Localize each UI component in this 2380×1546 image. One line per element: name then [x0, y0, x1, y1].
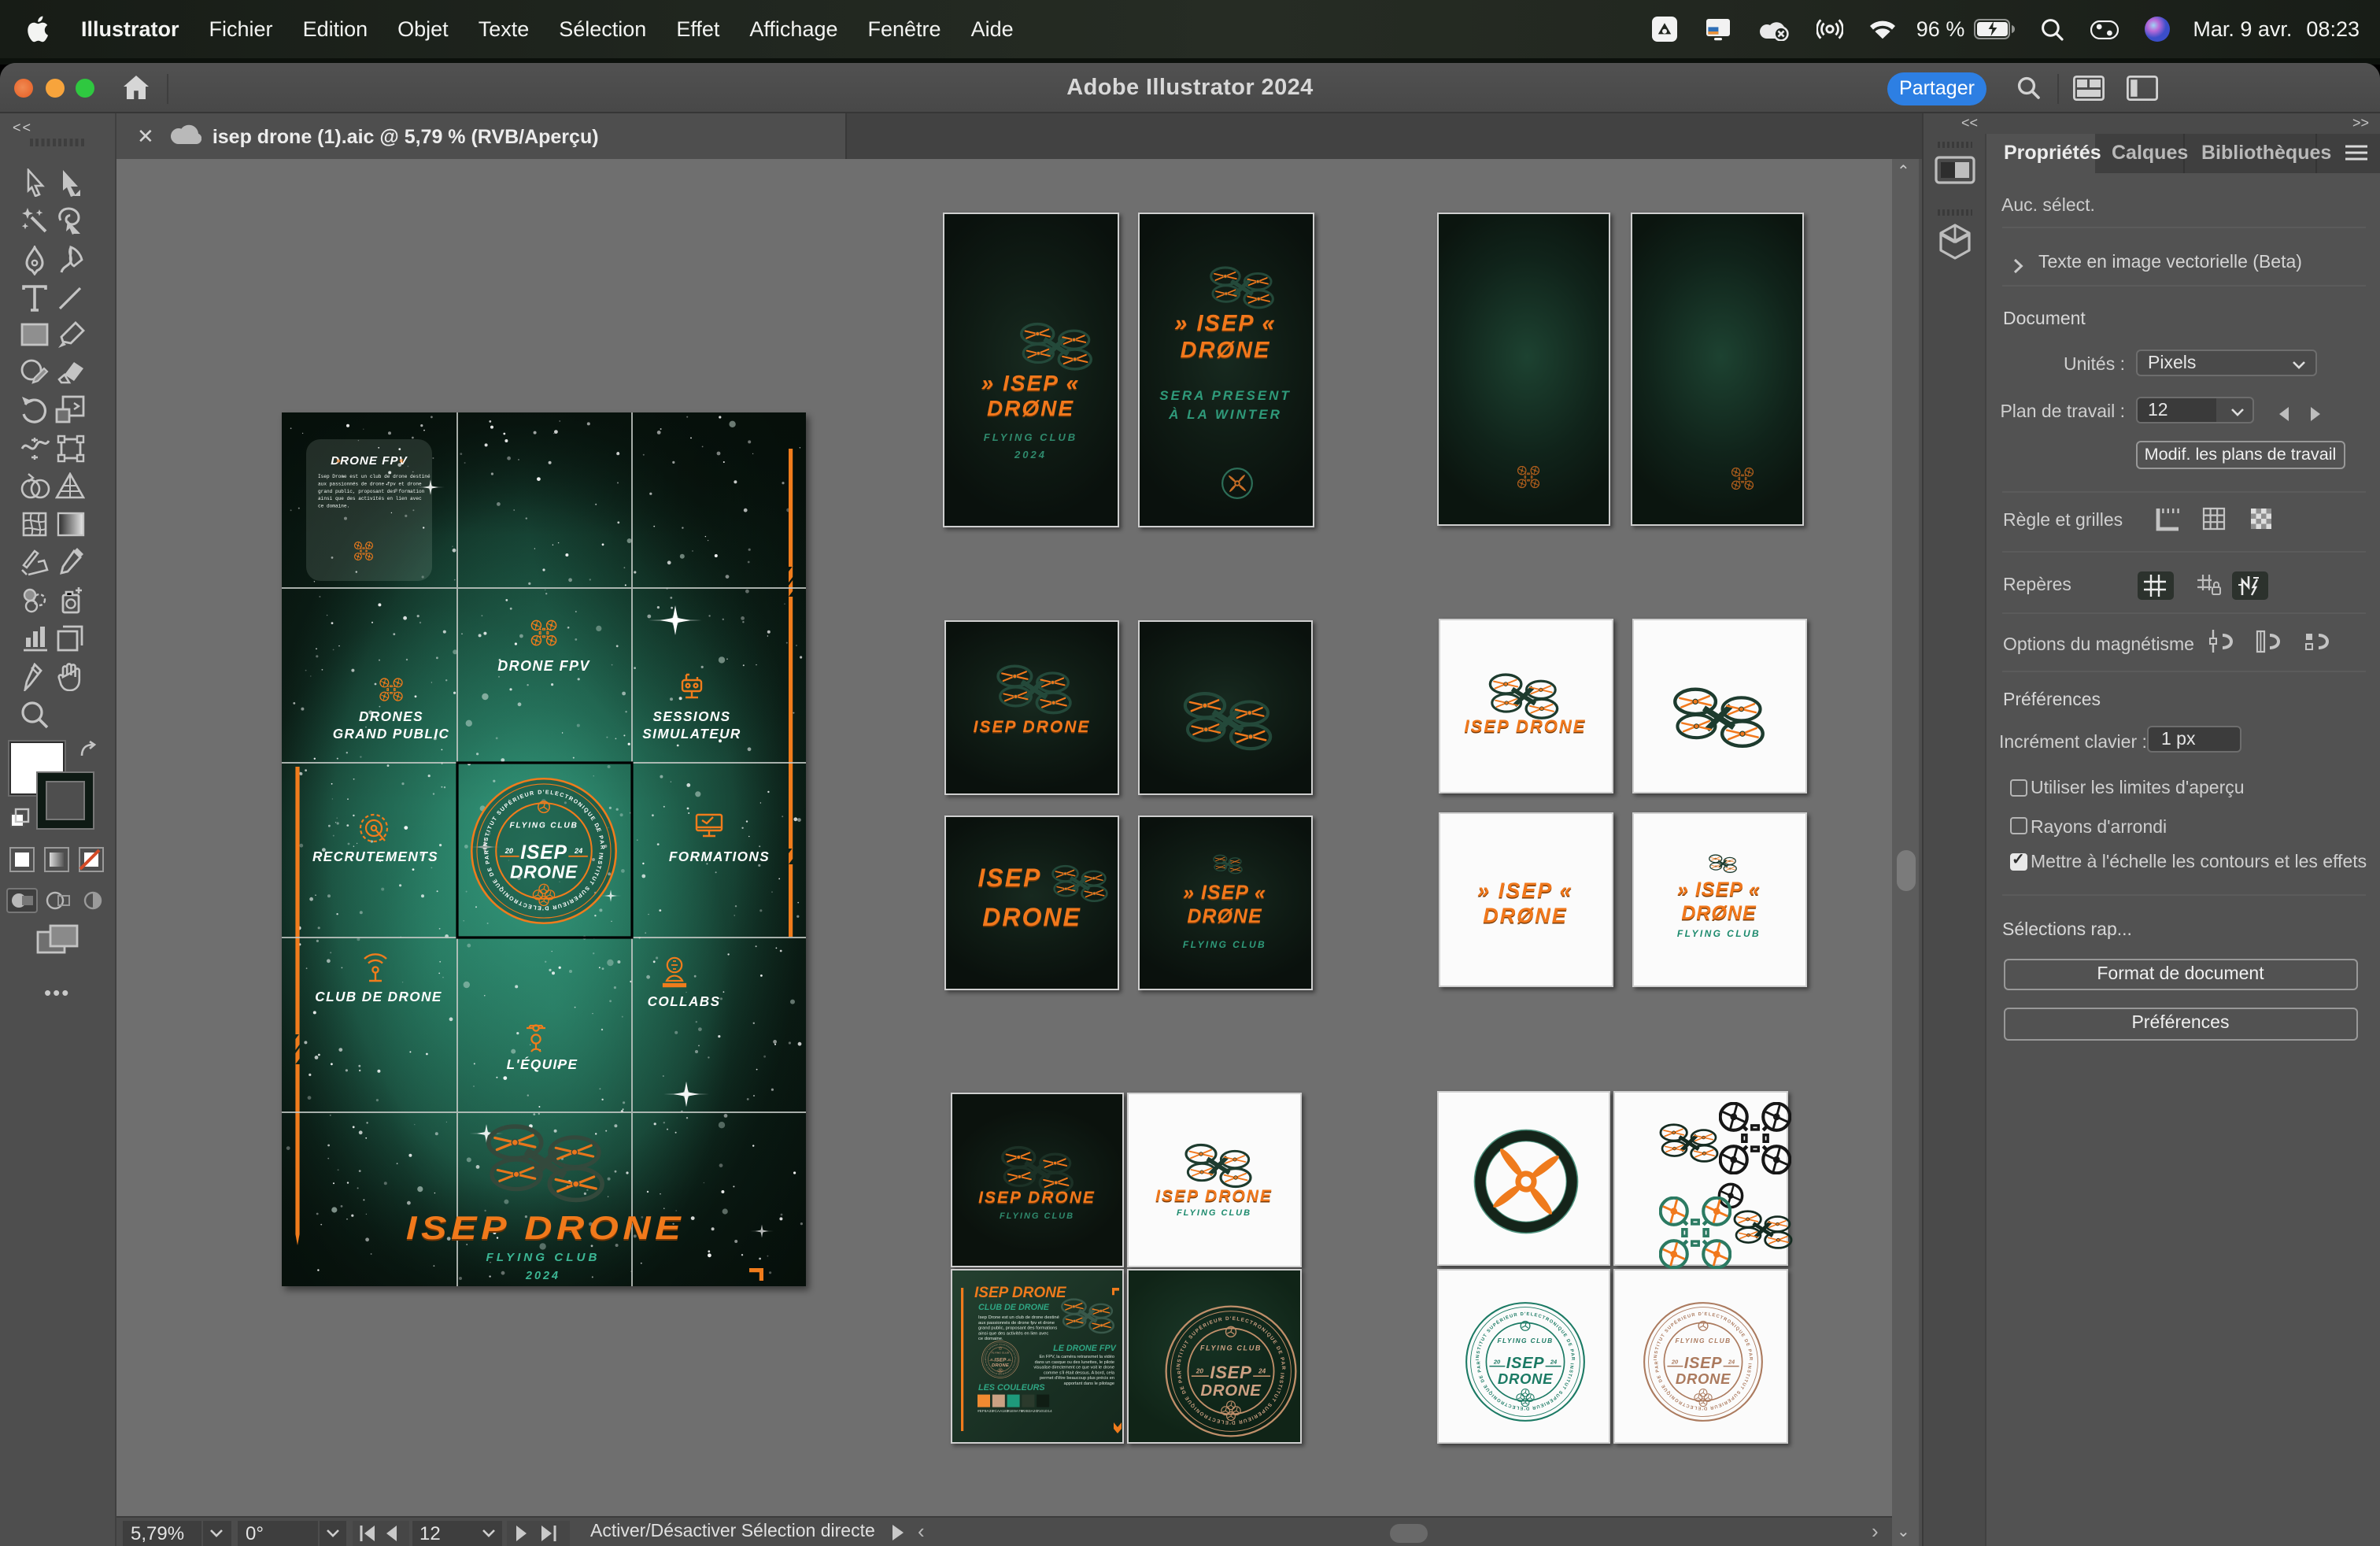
- svg-text:DRONE FPV: DRONE FPV: [330, 453, 407, 467]
- svg-text:ainsi que des activités en lie: ainsi que des activités en lien avec: [978, 1331, 1048, 1336]
- svg-text:LE DRONE FPV: LE DRONE FPV: [1052, 1344, 1116, 1353]
- svg-text:aux passionnés de drone fpv et: aux passionnés de drone fpv et drone: [978, 1321, 1054, 1326]
- svg-text:ISEP DRONE: ISEP DRONE: [405, 1208, 684, 1245]
- svg-text:CLUB DE DRONE: CLUB DE DRONE: [314, 988, 441, 1004]
- svg-text:Isep Drone est un club de dron: Isep Drone est un club de drone destiné: [978, 1315, 1059, 1320]
- svg-text:permet d'être beaucoup plus pr: permet d'être beaucoup plus précis en: [1039, 1376, 1114, 1381]
- svg-text:GRAND PUBLIC: GRAND PUBLIC: [332, 725, 449, 741]
- svg-text:FORMATIONS: FORMATIONS: [668, 848, 769, 864]
- svg-text:comme s'il était dessus. A bor: comme s'il était dessus. A bord, cela: [1043, 1370, 1114, 1375]
- svg-text:ainsi que des activités en lie: ainsi que des activités en lien avec: [317, 495, 421, 501]
- svg-text:grand public, proposant des fo: grand public, proposant des formation: [317, 488, 424, 494]
- svg-text:#CAA183: #CAA183: [992, 1409, 1008, 1414]
- svg-text:LES COULEURS: LES COULEURS: [978, 1383, 1044, 1393]
- svg-text:#EF8A31: #EF8A31: [977, 1409, 992, 1414]
- svg-text:RECRUTEMENTS: RECRUTEMENTS: [312, 848, 438, 864]
- svg-text:SESSIONS: SESSIONS: [652, 708, 730, 723]
- svg-text:»: »: [335, 456, 340, 464]
- svg-text:En FPV, la caméra retransmet l: En FPV, la caméra retransmet la vidéo: [1038, 1355, 1114, 1359]
- svg-text:ISEP DRONE: ISEP DRONE: [974, 1285, 1066, 1301]
- svg-text:dans un casque ou des lunettes: dans un casque ou des lunettes, le pilot…: [1034, 1360, 1114, 1365]
- svg-text:CLUB DE DRONE: CLUB DE DRONE: [978, 1303, 1049, 1312]
- svg-text:DRONES: DRONES: [358, 708, 423, 723]
- svg-text:ce domaine.: ce domaine.: [317, 503, 349, 509]
- svg-text:grand public, proposant des fo: grand public, proposant des formations: [978, 1326, 1056, 1331]
- svg-text:SIMULATEUR: SIMULATEUR: [641, 725, 740, 741]
- svg-text:«: «: [398, 456, 403, 464]
- svg-text:COLLABS: COLLABS: [647, 993, 720, 1008]
- svg-text:visualise directement ce que v: visualise directement ce que voit le dro…: [1033, 1366, 1114, 1370]
- svg-text:#1E9A7B: #1E9A7B: [1007, 1409, 1022, 1414]
- svg-text:apportant dans le pilotage: apportant dans le pilotage: [1063, 1381, 1114, 1386]
- svg-text:L'ÉQUIPE: L'ÉQUIPE: [506, 1056, 578, 1071]
- svg-text:Isep Drone est un club de dron: Isep Drone est un club de drone destiné: [317, 473, 430, 479]
- svg-text:aux passionnés de drone fpv et: aux passionnés de drone fpv et drone: [317, 480, 421, 486]
- svg-text:FLYING CLUB: FLYING CLUB: [486, 1250, 600, 1263]
- svg-text:DRONE FPV: DRONE FPV: [497, 657, 589, 673]
- svg-text:2024: 2024: [524, 1269, 560, 1282]
- svg-text:#101D14: #101D14: [1036, 1409, 1051, 1414]
